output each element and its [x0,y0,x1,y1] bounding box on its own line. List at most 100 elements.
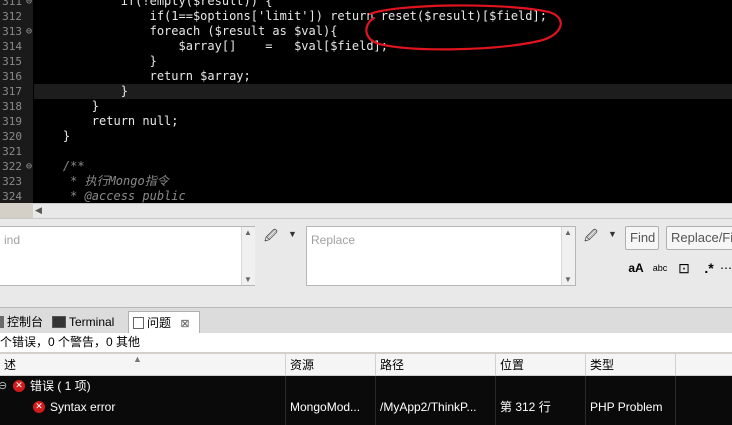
code-line[interactable]: } [34,84,732,99]
scroll-left-icon[interactable]: ◀ [35,205,42,216]
line-number: 322 ⊖ [0,159,33,174]
scroll-down-icon[interactable]: ▼ [564,275,572,284]
highlighter-icon: 🖉 [584,228,598,243]
replace-input-scrollbar[interactable]: ▲ ▼ [561,227,575,285]
scroll-down-icon[interactable]: ▼ [244,275,252,284]
line-number: 311 ⊖ [0,0,33,9]
line-number: 324 [0,189,33,203]
line-number: 313 ⊖ [0,24,33,39]
line-number-text: 315 [2,55,22,68]
line-number: 320 [0,129,33,144]
error-icon: ✕ [33,401,45,413]
code-line[interactable]: * 执行Mongo指令 [34,174,732,189]
code-line[interactable]: } [34,54,732,69]
find-input-scrollbar[interactable]: ▲ ▼ [241,227,255,285]
fold-icon[interactable]: ⊖ [26,159,32,174]
line-number: 316 [0,69,33,84]
line-number-text: 311 [2,0,22,8]
line-number-text: 324 [2,190,22,203]
replace-input[interactable]: Replace [306,226,576,286]
more-options-icon[interactable]: ⋯ [720,259,732,277]
table-row[interactable]: ✕ Syntax error MongoMod... /MyApp2/Think… [0,397,732,425]
find-replace-panel: ind ▲ ▼ 🖉 ▼ Replace ▲ ▼ 🖉 ▼ Find Replace/F… [0,218,732,307]
fold-icon[interactable]: ⊖ [26,24,32,39]
column-location[interactable]: 位置 [496,354,586,376]
in-selection-icon[interactable]: ⊡ [676,259,692,277]
problem-location: 第 312 行 [496,397,586,425]
line-number: 319 [0,114,33,129]
line-number: 323 [0,174,33,189]
code-line[interactable]: return $array; [34,69,732,84]
line-number-text: 319 [2,115,22,128]
line-number: 314 [0,39,33,54]
column-description[interactable]: 述 ▲ [0,354,286,376]
error-group-row[interactable]: ⊖ ✕ 错误 ( 1 项) [0,376,732,397]
code-editor[interactable]: 311 ⊖ 312 313 ⊖ 314 315 316 317 318 319 320 321 322 ⊖ 3… [0,0,732,203]
problem-type: PHP Problem [586,397,676,425]
find-input[interactable]: ind [0,226,255,286]
problems-icon [133,317,144,329]
chevron-down-icon: ▼ [608,229,617,239]
code-line[interactable]: if(!empty($result)) { [34,0,732,9]
replace-input-placeholder: Replace [311,233,356,247]
code-line[interactable]: foreach ($result as $val){ [34,24,732,39]
column-path[interactable]: 路径 [376,354,496,376]
code-line[interactable]: * @access public [34,189,732,203]
find-options-button[interactable]: 🖉 ▼ [264,227,298,247]
bottom-view-tabbar: 控制台 Terminal 问题 ⊠ [0,307,732,334]
code-line[interactable]: } [34,129,732,144]
highlighter-icon: 🖉 [264,228,278,243]
tab-terminal[interactable]: Terminal [52,311,124,333]
terminal-icon [52,316,66,328]
scroll-up-icon[interactable]: ▲ [564,228,572,237]
column-resource[interactable]: 资源 [286,354,376,376]
line-number-text: 317 [2,85,22,98]
whole-word-toggle[interactable]: abc [650,259,670,277]
close-icon[interactable]: ⊠ [180,318,189,330]
line-number-gutter: 311 ⊖ 312 313 ⊖ 314 315 316 317 318 319 320 321 322 ⊖ 3… [0,0,33,203]
match-case-toggle[interactable]: aA [626,259,646,277]
find-button[interactable]: Find [625,226,659,250]
tab-problems[interactable]: 问题 ⊠ [128,311,200,333]
scroll-up-icon[interactable]: ▲ [244,228,252,237]
fold-icon[interactable]: ⊖ [26,0,32,9]
console-icon [0,316,4,328]
line-number-text: 322 [2,160,22,173]
column-type[interactable]: 类型 [586,354,676,376]
line-number: 318 [0,99,33,114]
tab-console[interactable]: 控制台 [0,311,44,333]
problem-resource: MongoMod... [286,397,376,425]
tab-problems-label: 问题 [147,316,172,330]
find-input-placeholder: ind [4,233,21,247]
editor-horizontal-scrollbar[interactable]: ◀ [33,203,732,219]
line-number-text: 318 [2,100,22,113]
line-number: 315 [0,54,33,69]
problems-table-header: 述 ▲ 资源 路径 位置 类型 [0,353,732,376]
line-number-text: 313 [2,25,22,38]
regex-toggle[interactable]: .* [700,259,718,277]
line-number-text: 314 [2,40,22,53]
replace-find-button[interactable]: Replace/Fi [666,226,732,250]
code-line[interactable]: /** [34,159,732,174]
line-number: 312 [0,9,33,24]
column-description-label: 述 [4,358,17,372]
line-number-text: 323 [2,175,22,188]
code-line[interactable]: if(1==$options['limit']) return reset($r… [34,9,732,24]
line-number-text: 312 [2,10,22,23]
line-number-text: 316 [2,70,22,83]
code-line[interactable]: $array[] = $val[$field]; [34,39,732,54]
collapse-icon[interactable]: ⊖ [0,376,7,397]
line-number-text: 320 [2,130,22,143]
code-line[interactable] [34,144,732,159]
problem-description: Syntax error [50,400,116,414]
tab-terminal-label: Terminal [69,315,115,329]
code-line[interactable]: return null; [34,114,732,129]
code-line[interactable]: } [34,99,732,114]
replace-options-button[interactable]: 🖉 ▼ [584,227,618,247]
error-icon: ✕ [13,380,25,392]
line-number: 321 [0,144,33,159]
line-number: 317 [0,84,33,99]
sort-ascending-icon: ▲ [133,354,142,364]
problem-path: /MyApp2/ThinkP... [376,397,496,425]
tab-console-label: 控制台 [7,315,44,329]
